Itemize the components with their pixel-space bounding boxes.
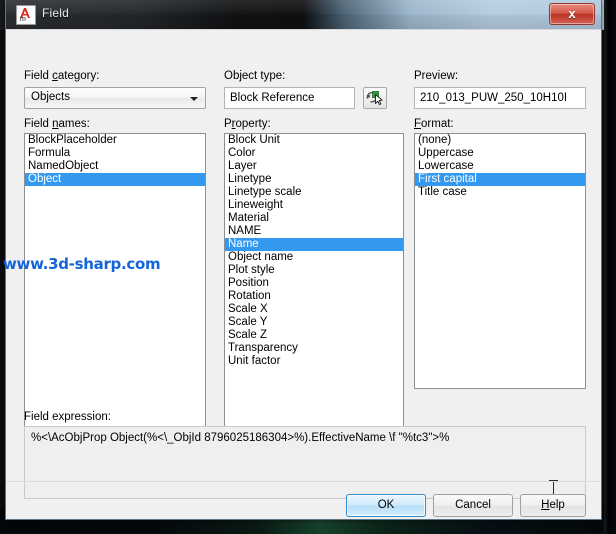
list-item[interactable]: Title case [415, 186, 585, 199]
dialog-client-area: Field category: Objects Field names: Blo… [6, 29, 601, 519]
cancel-button[interactable]: Cancel [433, 494, 513, 517]
list-item[interactable]: Lowercase [415, 160, 585, 173]
dialog-titlebar[interactable]: m Field x [6, 0, 601, 29]
object-type-value: Block Reference [230, 92, 315, 104]
format-listbox[interactable]: (none) Uppercase Lowercase First capital… [414, 133, 586, 389]
list-item-selected[interactable]: First capital [415, 173, 585, 186]
field-names-listbox[interactable]: BlockPlaceholder Formula NamedObject Obj… [24, 133, 206, 428]
preview-field: 210_013_PUW_250_10H10I [414, 87, 586, 109]
preview-value: 210_013_PUW_250_10H10I [420, 92, 568, 104]
field-category-value: Objects [31, 91, 70, 103]
help-button[interactable]: Help [520, 494, 586, 517]
field-expression-box[interactable]: %<\AcObjProp Object(%<\_ObjId 8796025186… [24, 426, 586, 499]
list-item[interactable]: Scale Z [225, 329, 403, 342]
desktop-background: m Field x Field category: Objects Field … [0, 0, 616, 534]
list-item[interactable]: BlockPlaceholder [25, 134, 205, 147]
field-expression-label: Field expression: [24, 411, 111, 423]
button-bar-separator [6, 481, 601, 482]
field-category-label: Field category: [24, 70, 100, 82]
select-object-button[interactable] [363, 87, 387, 109]
dialog-title: Field [42, 6, 70, 20]
list-item[interactable]: Plot style [225, 264, 403, 277]
list-item[interactable]: Linetype [225, 173, 403, 186]
object-type-field[interactable]: Block Reference [224, 87, 355, 109]
list-item[interactable]: NamedObject [25, 160, 205, 173]
list-item[interactable]: Formula [25, 147, 205, 160]
list-item[interactable]: Block Unit [225, 134, 403, 147]
list-item[interactable]: Transparency [225, 342, 403, 355]
field-category-combobox[interactable]: Objects [24, 87, 206, 109]
list-item[interactable]: (none) [415, 134, 585, 147]
list-item[interactable]: Uppercase [415, 147, 585, 160]
list-item[interactable]: Material [225, 212, 403, 225]
list-item[interactable]: Scale X [225, 303, 403, 316]
list-item-selected[interactable]: Object [25, 173, 205, 186]
list-item[interactable]: Scale Y [225, 316, 403, 329]
property-listbox[interactable]: Block Unit Color Layer Linetype Linetype… [224, 133, 404, 428]
list-item[interactable]: Layer [225, 160, 403, 173]
field-names-label: Field names: [24, 118, 90, 130]
object-type-label: Object type: [224, 70, 286, 82]
preview-label: Preview: [414, 70, 459, 82]
field-dialog: m Field x Field category: Objects Field … [5, 0, 602, 520]
list-item[interactable]: Lineweight [225, 199, 403, 212]
list-item-selected[interactable]: Name [225, 238, 403, 251]
close-icon: x [568, 6, 576, 21]
property-label: Property: [224, 118, 271, 130]
list-item[interactable]: Color [225, 147, 403, 160]
autocad-field-icon: m [16, 5, 36, 25]
list-item[interactable]: Rotation [225, 290, 403, 303]
close-button[interactable]: x [549, 3, 595, 25]
field-expression-value: %<\AcObjProp Object(%<\_ObjId 8796025186… [31, 432, 450, 444]
ok-button[interactable]: OK [346, 494, 426, 517]
list-item[interactable]: Object name [225, 251, 403, 264]
format-label: Format: [414, 118, 454, 130]
list-item[interactable]: Linetype scale [225, 186, 403, 199]
chevron-down-icon [190, 97, 198, 101]
list-item[interactable]: Position [225, 277, 403, 290]
select-object-icon [366, 91, 383, 106]
list-item[interactable]: Unit factor [225, 355, 403, 368]
background-right-edge [604, 0, 616, 534]
list-item[interactable]: NAME [225, 225, 403, 238]
svg-text:m: m [20, 16, 26, 22]
